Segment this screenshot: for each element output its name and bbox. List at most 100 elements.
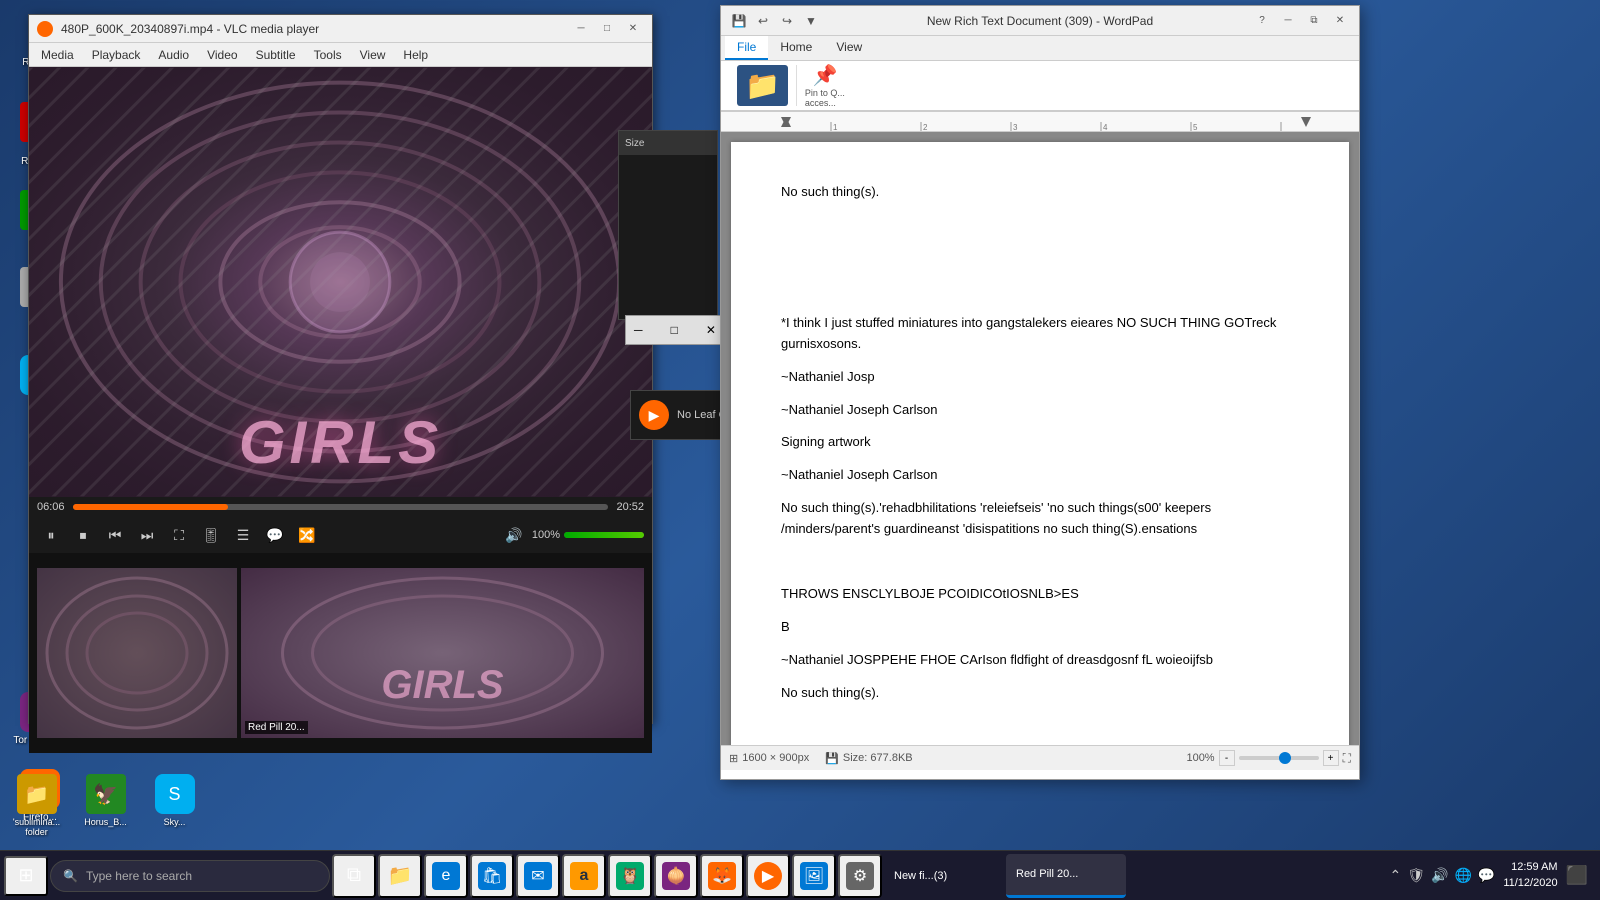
- taskbar-photos-btn[interactable]: 🖼: [792, 854, 836, 898]
- doc-line-8: Signing artwork: [781, 432, 1299, 453]
- vlc-thumbnail-2[interactable]: GIRLS Red Pill 20...: [241, 568, 644, 738]
- taskbar-photos-icon: 🖼: [800, 862, 828, 890]
- mini-close-btn[interactable]: ✕: [706, 323, 716, 337]
- thumbnail-swirl-2: GIRLS: [241, 568, 644, 738]
- mail-icon: ✉: [524, 862, 552, 890]
- sublimina-folder-img: 📁: [17, 774, 57, 814]
- wordpad-tab-view[interactable]: View: [824, 36, 874, 60]
- vlc-shuffle-button[interactable]: 🔀: [293, 521, 321, 549]
- zoom-in-btn[interactable]: +: [1323, 750, 1339, 766]
- wordpad-minimize-btn[interactable]: ─: [1277, 13, 1299, 29]
- taskbar-mail-btn[interactable]: ✉: [516, 854, 560, 898]
- taskbar-expand-btn[interactable]: ⌃: [1390, 867, 1402, 884]
- vlc-title: 480P_600K_20340897i.mp4 - VLC media play…: [61, 22, 570, 36]
- taskbar-clock[interactable]: 12:59 AM 11/12/2020: [1503, 860, 1557, 891]
- vlc-volume-bar[interactable]: [564, 532, 644, 538]
- vlc-menu-playback[interactable]: Playback: [84, 46, 149, 64]
- vlc-menu-view[interactable]: View: [352, 46, 394, 64]
- side-panel-bar: Size: [619, 131, 717, 155]
- wordpad-tab-file[interactable]: File: [725, 36, 768, 60]
- mini-minimize-btn[interactable]: ─: [634, 323, 643, 337]
- file-group-inner: 📁: [737, 65, 788, 106]
- taskbar-action-center-icon[interactable]: 💬: [1478, 867, 1495, 884]
- vlc-thumbnail-1[interactable]: [37, 568, 237, 738]
- vlc-maximize-button[interactable]: □: [596, 21, 618, 37]
- vlc-controls-bar: ⏸ ⏹ ⏮ ⏭ ⛶ 🎚 ☰ 💬 🔀 🔊 100%: [29, 517, 652, 553]
- vlc-menu-audio[interactable]: Audio: [150, 46, 197, 64]
- start-button[interactable]: ⊞: [4, 856, 48, 896]
- svg-text:GIRLS: GIRLS: [381, 663, 504, 707]
- sky-icon2[interactable]: S Sky...: [142, 770, 207, 841]
- wordpad-tab-home[interactable]: Home: [768, 36, 824, 60]
- taskbar-explorer-btn[interactable]: 📁: [378, 854, 422, 898]
- vlc-pause-button[interactable]: ⏸: [37, 521, 65, 549]
- file-button-main[interactable]: 📁: [737, 65, 788, 106]
- taskbar-amazon-btn[interactable]: a: [562, 854, 606, 898]
- vlc-prev-button[interactable]: ⏮: [101, 521, 129, 549]
- vlc-time-current: 06:06: [37, 501, 65, 513]
- wordpad-undo-btn[interactable]: ↩: [753, 11, 773, 31]
- thumbnail-red-pill-label: Red Pill 20...: [245, 721, 308, 734]
- wordpad-close-btn[interactable]: ✕: [1329, 13, 1351, 29]
- taskbar-window-red-pill[interactable]: Red Pill 20...: [1006, 854, 1126, 898]
- sublimina-folder-icon[interactable]: 📁 'sublimina... folder: [4, 770, 69, 841]
- vlc-playlist-button[interactable]: ☰: [229, 521, 257, 549]
- wordpad-quick-access: 💾 ↩ ↪ ▼: [729, 11, 821, 31]
- wordpad-titlebar: 💾 ↩ ↪ ▼ New Rich Text Document (309) - W…: [721, 6, 1359, 36]
- vlc-fullscreen-button[interactable]: ⛶: [165, 521, 193, 549]
- doc-line-11: [781, 552, 1299, 573]
- wordpad-redo-btn[interactable]: ↪: [777, 11, 797, 31]
- zoom-out-btn[interactable]: -: [1219, 750, 1235, 766]
- doc-line-14: ~Nathaniel JOSPPEHE FHOE CArIson fldfigh…: [781, 650, 1299, 671]
- taskbar-extra-icon: ⚙: [846, 862, 874, 890]
- vlc-menu-media[interactable]: Media: [33, 46, 82, 64]
- wordpad-document-area[interactable]: No such thing(s). *I think I just stuffe…: [721, 132, 1359, 745]
- vlc-menu-video[interactable]: Video: [199, 46, 245, 64]
- vlc-stop-button[interactable]: ⏹: [69, 521, 97, 549]
- wordpad-help-btn[interactable]: ?: [1251, 13, 1273, 29]
- taskbar: ⊞ 🔍 Type here to search ⧉ 📁 e 🛍 ✉ a 🦉: [0, 850, 1600, 900]
- taskbar-extra-btn[interactable]: ⚙: [838, 854, 882, 898]
- vlc-subtitle-button[interactable]: 💬: [261, 521, 289, 549]
- vlc-minimize-button[interactable]: ─: [570, 21, 592, 37]
- wordpad-more-btn[interactable]: ▼: [801, 11, 821, 31]
- taskbar-kaspersky-icon: 🛡: [1407, 867, 1425, 884]
- doc-line-12: THROWS ENSCLYLBOJE PCOIDICOtIOSNLB>ES: [781, 584, 1299, 605]
- vlc-close-button[interactable]: ✕: [622, 21, 644, 37]
- vlc-video-area: GIRLS: [29, 67, 652, 497]
- svg-text:4: 4: [1103, 123, 1108, 132]
- taskbar-network-icon[interactable]: 🌐: [1454, 867, 1471, 884]
- taskbar-vlc-media-btn[interactable]: ▶: [746, 854, 790, 898]
- taskbar-desktop-btn[interactable]: ⬛: [1566, 865, 1588, 886]
- taskbar-search-box[interactable]: 🔍 Type here to search: [50, 860, 330, 892]
- taskbar-tor-icon: 🧅: [662, 862, 690, 890]
- zoom-slider[interactable]: [1239, 756, 1319, 760]
- wordpad-file-group: 📁: [729, 65, 797, 106]
- vlc-next-button[interactable]: ⏭: [133, 521, 161, 549]
- vlc-extended-button[interactable]: 🎚: [197, 521, 225, 549]
- taskbar-store-btn[interactable]: 🛍: [470, 854, 514, 898]
- vlc-menu-subtitle[interactable]: Subtitle: [248, 46, 304, 64]
- taskbar-edge-btn[interactable]: e: [424, 854, 468, 898]
- taskbar-tor-btn[interactable]: 🧅: [654, 854, 698, 898]
- doc-line-4: [781, 280, 1299, 301]
- mini-maximize-btn[interactable]: □: [671, 323, 678, 337]
- wordpad-restore-btn[interactable]: ⧉: [1303, 13, 1325, 29]
- vlc-menu-help[interactable]: Help: [395, 46, 436, 64]
- wordpad-save-btn[interactable]: 💾: [729, 11, 749, 31]
- horus-icon[interactable]: 🦅 Horus_B...: [73, 770, 138, 841]
- vlc-menu-tools[interactable]: Tools: [306, 46, 350, 64]
- statusbar-size: 💾 Size: 677.8KB: [825, 752, 912, 765]
- taskbar-window-new-fi[interactable]: New fi...(3): [884, 854, 1004, 898]
- doc-line-13: B: [781, 617, 1299, 638]
- doc-line-6: ~Nathaniel Josp: [781, 367, 1299, 388]
- taskbar-firefox-btn[interactable]: 🦊: [700, 854, 744, 898]
- doc-line-9: ~Nathaniel Joseph Carlson: [781, 465, 1299, 486]
- vlc-mute-button[interactable]: 🔊: [500, 521, 528, 549]
- doc-line-10: No such thing(s).'rehadbhilitations 'rel…: [781, 498, 1299, 540]
- taskbar-volume-icon[interactable]: 🔊: [1431, 867, 1448, 884]
- task-view-button[interactable]: ⧉: [332, 854, 376, 898]
- taskbar-trip-btn[interactable]: 🦉: [608, 854, 652, 898]
- bottom-desktop-icons: 📁 'sublimina... folder 🦅 Horus_B... S Sk…: [0, 766, 211, 845]
- vlc-progress-bar[interactable]: [73, 504, 609, 510]
